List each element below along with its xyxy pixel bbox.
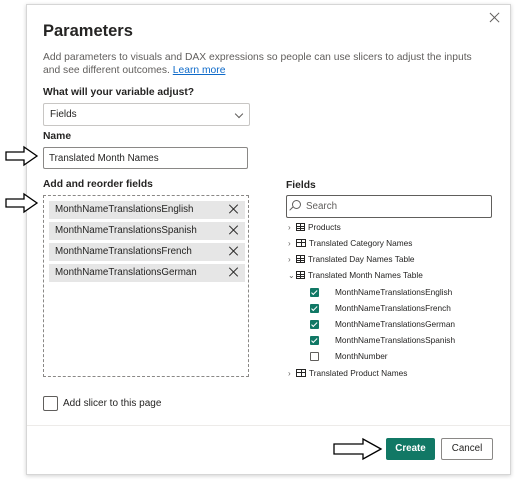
table-icon — [296, 271, 305, 279]
search-placeholder: Search — [306, 201, 338, 212]
tree-child-label[interactable]: MonthNumber — [335, 349, 388, 363]
field-checkbox[interactable] — [310, 288, 319, 297]
remove-icon[interactable] — [229, 204, 239, 214]
remove-icon[interactable] — [229, 267, 239, 277]
name-label: Name — [43, 131, 72, 142]
remove-icon[interactable] — [229, 246, 239, 256]
variable-selected-value: Fields — [50, 109, 77, 120]
chevron-down-icon — [234, 109, 244, 119]
field-chip-label: MonthNameTranslationsSpanish — [55, 225, 197, 236]
tree-item-translated-month-names-table[interactable]: ⌄ Translated Month Names Table — [288, 268, 423, 282]
chevron-down-icon[interactable]: ⌄ — [288, 269, 296, 283]
arrow-pointer-icon — [333, 437, 383, 461]
chevron-right-icon[interactable]: › — [288, 253, 296, 267]
chevron-right-icon[interactable]: › — [288, 221, 296, 235]
cancel-button[interactable]: Cancel — [441, 438, 493, 460]
parameters-dialog: Parameters Add parameters to visuals and… — [26, 4, 511, 475]
tree-item-products[interactable]: › Products — [288, 220, 341, 234]
tree-child-label[interactable]: MonthNameTranslationsGerman — [335, 317, 455, 331]
tree-item-label: Translated Month Names Table — [308, 270, 423, 280]
learn-more-link[interactable]: Learn more — [173, 65, 226, 76]
calculated-table-icon — [296, 239, 306, 247]
calculated-table-icon — [296, 369, 306, 377]
tree-item-label: Products — [308, 222, 341, 232]
tree-item-label: Translated Day Names Table — [308, 254, 415, 264]
field-chip[interactable]: MonthNameTranslationsEnglish — [49, 201, 245, 219]
tree-item-translated-product-names[interactable]: › Translated Product Names — [288, 366, 407, 380]
chevron-right-icon[interactable]: › — [288, 237, 296, 251]
add-fields-label: Add and reorder fields — [43, 179, 153, 190]
field-chip-label: MonthNameTranslationsGerman — [55, 267, 197, 278]
tree-item-translated-day-names-table[interactable]: › Translated Day Names Table — [288, 252, 415, 266]
field-chip-label: MonthNameTranslationsFrench — [55, 246, 192, 257]
table-icon — [296, 223, 305, 231]
tree-child-label[interactable]: MonthNameTranslationsSpanish — [335, 333, 455, 347]
footer-divider — [27, 425, 510, 426]
tree-item-label: Translated Product Names — [309, 368, 408, 378]
tree-child-label[interactable]: MonthNameTranslationsEnglish — [335, 285, 452, 299]
arrow-pointer-icon — [5, 145, 39, 167]
add-slicer-checkbox[interactable] — [43, 396, 58, 411]
field-chip[interactable]: MonthNameTranslationsGerman — [49, 264, 245, 282]
field-checkbox[interactable] — [310, 336, 319, 345]
fields-panel-label: Fields — [286, 180, 316, 191]
remove-icon[interactable] — [229, 225, 239, 235]
table-icon — [296, 255, 305, 263]
field-chip-label: MonthNameTranslationsEnglish — [55, 204, 194, 215]
variable-dropdown[interactable]: Fields — [43, 103, 250, 126]
close-icon[interactable] — [488, 11, 502, 25]
create-button[interactable]: Create — [386, 438, 435, 460]
chevron-right-icon[interactable]: › — [288, 367, 296, 381]
field-chip[interactable]: MonthNameTranslationsFrench — [49, 243, 245, 261]
tree-child-label[interactable]: MonthNameTranslationsFrench — [335, 301, 451, 315]
tree-item-translated-category-names[interactable]: › Translated Category Names — [288, 236, 412, 250]
field-checkbox[interactable] — [310, 352, 319, 361]
search-icon — [292, 200, 301, 209]
search-input[interactable]: Search — [286, 195, 492, 218]
field-chip[interactable]: MonthNameTranslationsSpanish — [49, 222, 245, 240]
tree-item-label: Translated Category Names — [309, 238, 413, 248]
field-checkbox[interactable] — [310, 320, 319, 329]
field-checkbox[interactable] — [310, 304, 319, 313]
add-slicer-label: Add slicer to this page — [63, 398, 162, 409]
name-input[interactable]: Translated Month Names — [43, 147, 248, 169]
fields-drop-zone[interactable]: MonthNameTranslationsEnglish MonthNameTr… — [43, 195, 249, 377]
dialog-description: Add parameters to visuals and DAX expres… — [43, 51, 483, 77]
variable-label: What will your variable adjust? — [43, 87, 195, 98]
arrow-pointer-icon — [5, 192, 39, 214]
dialog-title: Parameters — [43, 22, 133, 40]
description-text: Add parameters to visuals and DAX expres… — [43, 52, 472, 76]
